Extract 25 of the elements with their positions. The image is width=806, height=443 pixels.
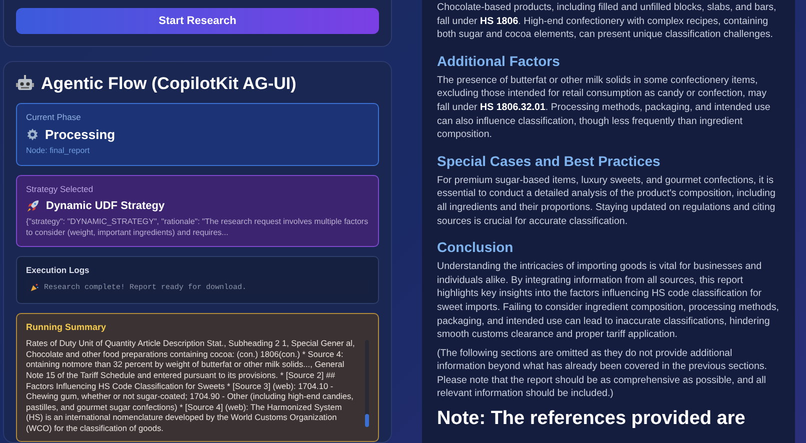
- strategy-label: Strategy Selected: [26, 184, 94, 194]
- panel-title: Agentic Flow (CopilotKit AG-UI): [41, 74, 296, 94]
- report-paragraph: (The following sections are omitted as they do not provide additional information beyond what has already been covered in the previous sections. Please note that the report should be as comprehensive as possible, and all relevant information should be included.): [437, 346, 768, 402]
- section-heading: Special Cases and Best Practices: [437, 152, 662, 170]
- strategy-value: Dynamic UDF Strategy: [46, 200, 165, 212]
- report-paragraph: Chocolate-based products, including filled and unfilled blocks, slabs, and bars, fall under HS 1806. High-end confectionery with complex recipes, containing both sugar and cocoa elements, can present unique classification challenges.: [437, 1, 778, 42]
- rocket-icon: [26, 198, 40, 213]
- logs-title: Execution Logs: [26, 265, 90, 276]
- gear-icon: [26, 128, 39, 141]
- scrollbar-thumb[interactable]: [365, 414, 369, 428]
- report-paragraph: The presence of butterfat or other milk solids in some confectionery items, excluding those intended for retail consumption as candy or confection, may fall under HS 1806.32.01. Processing methods, packaging, and intended use can also influence classification, though less frequently than ingredient composition.: [437, 74, 772, 142]
- robot-icon: [16, 75, 34, 93]
- summary-text: Rates of Duty Unit of Quantity Article Description Stat., Subheading 2 1, Special Gener al, Chocolate and other food preparations containing cocoa: (con.) 1806(con.) * Source 4: ontaining notmore than 32 percent by weight of butterfat or other milk solids..., General Note 15 of the Tariff Schedule and entered pursuant to its provisions. * [Source 2] ## Factors Influencing HS Code Classification for Sweets * [Source 3] (web): 1704.10 - Chewing gum, whether or not sugar-coated; 1704.90 - Other (including high-end candies, pastilles, and gourmet sugar confections) * [Source 4] (web): The Harmonized System (HS) is an international nomenclature developed by the World Customs Organization (WCO) for the classification of goods.: [26, 338, 356, 434]
- party-popper-icon: [30, 283, 39, 292]
- summary-title: Running Summary: [26, 322, 108, 332]
- section-heading: Additional Factors: [437, 52, 561, 70]
- phase-value: Processing: [45, 127, 116, 142]
- phase-label: Current Phase: [26, 112, 82, 122]
- report-paragraph: For premium sugar-based items, luxury sweets, and gourmet confections, it is essential to conduct a detailed analysis of the product's composition, including all ingredients and their proportions. Staying updated on regulations and citing sources is crucial for accurate classification.: [437, 174, 776, 228]
- strategy-detail: {"strategy": "DYNAMIC_STRATEGY", "rationale": "The research request involves multiple factors to consider (weight, important ingredients) and requires...: [26, 216, 369, 238]
- note-heading: Note: The references provided are: [437, 408, 746, 430]
- report-paragraph: Understanding the intricacies of importing goods is vital for businesses and individuals alike. By integrating information from all sources, this report highlights key insights into the factors influencing HS code classification for sweet imports. Failing to consider ingredient composition, processing methods, packaging, and intended use can lead to inaccurate classifications, hindering smooth customs clearance and proper tariff application.: [437, 260, 780, 342]
- start-research-button[interactable]: Start Research: [16, 8, 379, 34]
- node-text: Node: final_report: [26, 146, 91, 157]
- section-heading: Conclusion: [437, 239, 514, 256]
